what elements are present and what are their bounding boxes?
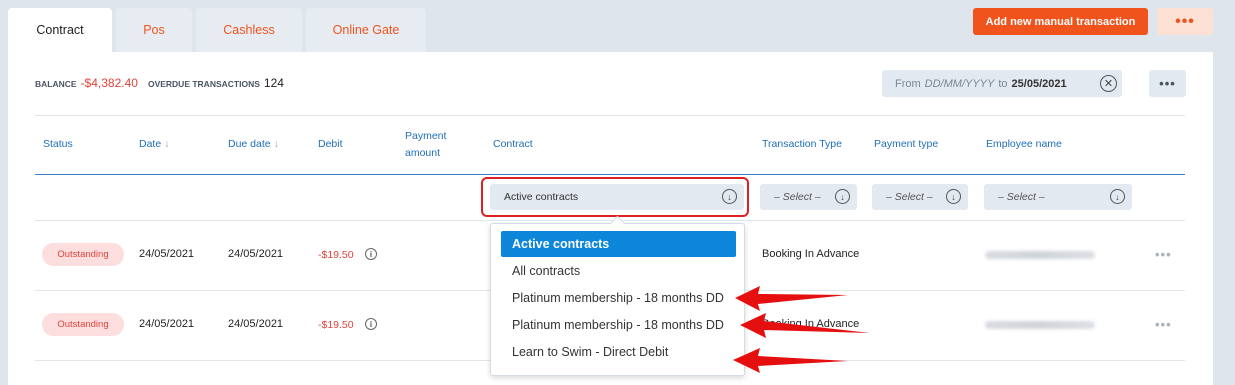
annotation-arrows — [733, 286, 870, 373]
annotation-arrow-3 — [733, 348, 848, 373]
annotation-arrow-1 — [735, 286, 848, 311]
annotation-arrow-2 — [740, 313, 870, 338]
